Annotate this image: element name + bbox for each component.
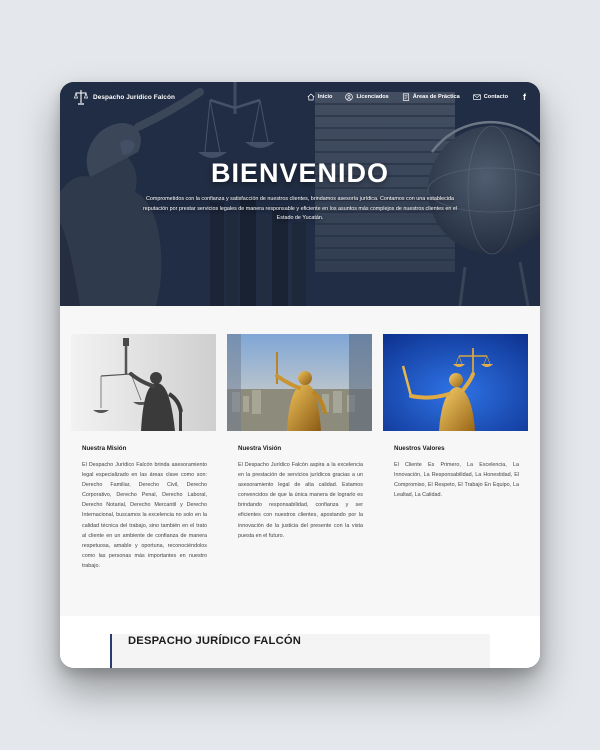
firm-name-section: DESPACHO JURÍDICO FALCÓN xyxy=(60,616,540,668)
brand-name: Despacho Jurídico Falcón xyxy=(93,93,175,101)
top-navigation: Despacho Jurídico Falcón Inicio Licencia… xyxy=(60,82,540,112)
envelope-icon xyxy=(473,94,481,100)
card-title: Nuestra Misión xyxy=(82,445,127,452)
hero-description: Comprometidos con la confianza y satisfa… xyxy=(142,196,458,222)
hero-section: Despacho Jurídico Falcón Inicio Licencia… xyxy=(60,82,540,306)
brand[interactable]: Despacho Jurídico Falcón xyxy=(74,89,175,105)
hero-background-image xyxy=(60,82,540,306)
lady-justice-city-image xyxy=(227,334,372,431)
card-body: El Despacho Jurídico Falcón aspira a la … xyxy=(238,462,363,539)
user-circle-icon xyxy=(345,93,354,101)
card-title: Nuestros Valores xyxy=(394,445,445,452)
nav-item-areas-de-practica[interactable]: Áreas de Práctica xyxy=(402,93,460,101)
browser-frame: Despacho Jurídico Falcón Inicio Licencia… xyxy=(60,82,540,668)
nav-item-label: Áreas de Práctica xyxy=(412,94,460,100)
lady-justice-bw-image xyxy=(71,334,216,431)
mission-vision-values: Nuestra Misión El Despacho Jurídico Falc… xyxy=(71,334,529,604)
nav-item-inicio[interactable]: Inicio xyxy=(307,93,333,101)
nav-links: Inicio Licenciados Áreas de Práctica Con… xyxy=(307,92,526,102)
section-title: DESPACHO JURÍDICO FALCÓN xyxy=(128,635,302,647)
nav-item-label: Inicio xyxy=(317,94,333,100)
nav-item-contacto[interactable]: Contacto xyxy=(473,93,508,101)
card-vision: Nuestra Visión El Despacho Jurídico Falc… xyxy=(227,334,372,541)
document-icon xyxy=(402,93,409,101)
nav-item-label: Contacto xyxy=(483,94,508,100)
hero-title: BIENVENIDO xyxy=(210,158,390,188)
card-body: El Cliente Es Primero, La Excelencia, La… xyxy=(394,462,519,499)
scales-of-justice-icon xyxy=(74,90,88,105)
card-body: El Despacho Jurídico Falcón brinda aseso… xyxy=(82,462,207,569)
card-valores: Nuestros Valores El Cliente Es Primero, … xyxy=(383,334,528,500)
card-title: Nuestra Visión xyxy=(238,445,282,452)
lady-justice-blue-sky-image xyxy=(383,334,528,431)
facebook-icon[interactable]: f xyxy=(523,92,526,102)
card-mision: Nuestra Misión El Despacho Jurídico Falc… xyxy=(71,334,216,571)
nav-item-licenciados[interactable]: Licenciados xyxy=(345,93,389,101)
nav-item-label: Licenciados xyxy=(356,94,389,100)
home-icon xyxy=(307,93,315,101)
